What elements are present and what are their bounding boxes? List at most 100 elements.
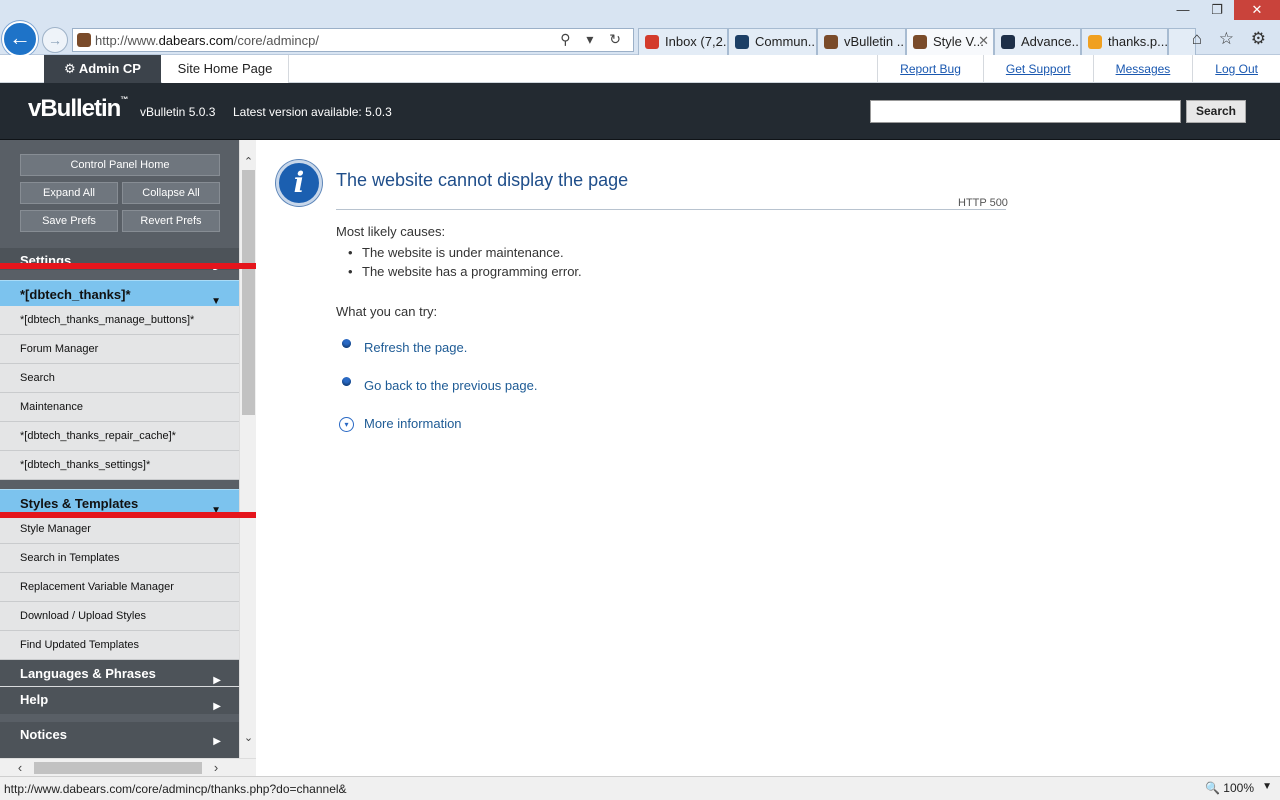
latest-version-text: Latest version available: 5.0.3 [233, 105, 392, 119]
sidebar-vertical-scrollbar[interactable]: ⌃ ⌄ [239, 140, 256, 758]
sidebar-group-notices[interactable]: Notices ▶ [0, 722, 239, 749]
control-panel-home-button[interactable]: Control Panel Home [20, 154, 220, 176]
sidebar-group-dbtech-thanks[interactable]: *[dbtech_thanks]* ▼ [0, 280, 239, 307]
group-label: *[dbtech_thanks]* [20, 287, 131, 302]
bullet-icon [342, 377, 351, 386]
tab-site-home[interactable]: Site Home Page [162, 55, 289, 83]
group-separator [0, 270, 239, 280]
close-tab-icon[interactable]: ✕ [978, 33, 989, 49]
sidebar-item-maintenance[interactable]: Maintenance [0, 393, 239, 422]
collapse-all-button[interactable]: Collapse All [122, 182, 220, 204]
gear-icon: ⚙ [64, 61, 76, 76]
zoom-dropdown-icon[interactable]: ▼ [1262, 781, 1272, 792]
browser-tab-thanks[interactable]: thanks.p... [1081, 28, 1168, 55]
scrollbar-thumb[interactable] [34, 762, 202, 774]
refresh-page-link[interactable]: Refresh the page. [364, 340, 467, 355]
title-divider [336, 209, 1006, 210]
back-arrow-icon: ← [9, 25, 31, 50]
address-tools-icons[interactable]: ⚲ ▾ ↻ [560, 31, 627, 48]
tab-admin-cp[interactable]: ⚙ Admin CP [44, 55, 161, 83]
info-icon: i [276, 160, 322, 206]
tab-label: Style V... [933, 34, 984, 49]
tab-admin-cp-label: Admin CP [78, 61, 141, 76]
browser-tab-vbulletin[interactable]: vBulletin ... [817, 28, 906, 55]
sidebar-item-forum-manager[interactable]: Forum Manager [0, 335, 239, 364]
scroll-left-icon[interactable]: ‹ [12, 759, 28, 777]
logo-trademark: ™ [120, 95, 128, 104]
more-information-link[interactable]: More information [364, 416, 462, 431]
browser-tab-style-active[interactable]: Style V... ✕ [906, 28, 994, 55]
vbulletin-icon [735, 35, 749, 49]
minimize-icon[interactable]: — [1168, 0, 1198, 20]
tab-label: Commun... [755, 34, 817, 49]
scroll-down-icon[interactable]: ⌄ [240, 730, 257, 746]
restore-icon[interactable]: ❐ [1202, 0, 1232, 20]
http-code: HTTP 500 [958, 197, 1008, 209]
url-path: /core/admincp/ [233, 33, 319, 48]
tab-label: vBulletin ... [844, 34, 906, 49]
dbtech-icon [1001, 35, 1015, 49]
sidebar-item-find-updated-templates[interactable]: Find Updated Templates [0, 631, 239, 660]
sidebar-item-manage-buttons[interactable]: *[dbtech_thanks_manage_buttons]* [0, 306, 239, 335]
sidebar-item-search-templates[interactable]: Search in Templates [0, 544, 239, 573]
log-out-link[interactable]: Log Out [1192, 55, 1280, 83]
browser-tab-advance[interactable]: Advance... [994, 28, 1081, 55]
expand-all-button[interactable]: Expand All [20, 182, 118, 204]
home-favorites-settings-icons[interactable]: ⌂ ☆ ⚙ [1192, 29, 1272, 49]
sidebar-item-thanks-settings[interactable]: *[dbtech_thanks_settings]* [0, 451, 239, 480]
address-bar[interactable]: http://www.dabears.com/core/admincp/ ⚲ ▾… [72, 28, 634, 52]
group-separator [0, 480, 239, 489]
scroll-up-icon[interactable]: ⌃ [240, 154, 257, 170]
admin-topbar: ⚙ Admin CP Site Home Page Report Bug Get… [0, 55, 1280, 83]
status-url: http://www.dabears.com/core/admincp/than… [4, 782, 347, 796]
cause-item: The website is under maintenance. [348, 245, 564, 260]
sidebar-item-style-manager[interactable]: Style Manager [0, 515, 239, 544]
bear-icon [824, 35, 838, 49]
messages-link[interactable]: Messages [1092, 55, 1193, 83]
status-bar: http://www.dabears.com/core/admincp/than… [0, 776, 1280, 800]
sidebar-item-download-upload-styles[interactable]: Download / Upload Styles [0, 602, 239, 631]
logo-text: vBulletin [28, 95, 121, 122]
sidebar-item-replacement-variables[interactable]: Replacement Variable Manager [0, 573, 239, 602]
close-window-icon[interactable]: ✕ [1234, 0, 1280, 20]
back-button[interactable]: ← [2, 21, 38, 57]
revert-prefs-button[interactable]: Revert Prefs [122, 210, 220, 232]
error-title: The website cannot display the page [336, 170, 629, 190]
save-prefs-button[interactable]: Save Prefs [20, 210, 118, 232]
sidebar-group-help[interactable]: Help ▶ [0, 687, 239, 714]
admin-header: vBulletin™ vBulletin 5.0.3 Latest versio… [0, 83, 1280, 140]
group-label: Styles & Templates [20, 496, 139, 511]
vbulletin-logo: vBulletin™ [28, 95, 128, 123]
sidebar-button-panel: Control Panel Home Expand All Collapse A… [0, 140, 239, 248]
tab-label: thanks.p... [1108, 34, 1168, 49]
sidebar-horizontal-scrollbar[interactable]: ‹ › [0, 758, 256, 776]
search-button[interactable]: Search [1186, 100, 1246, 123]
go-back-link[interactable]: Go back to the previous page. [364, 378, 537, 393]
zoom-level[interactable]: 🔍 100% [1205, 781, 1254, 795]
expand-circle-icon[interactable]: ▾ [339, 417, 354, 432]
sidebar-nav: Control Panel Home Expand All Collapse A… [0, 140, 239, 758]
sidebar-group-styles-templates[interactable]: Styles & Templates ▼ [0, 489, 239, 516]
sidebar-group-languages[interactable]: Languages & Phrases ▶ [0, 660, 239, 686]
forward-button[interactable]: → [42, 27, 68, 53]
search-input[interactable] [870, 100, 1181, 123]
bear-icon [913, 35, 927, 49]
browser-tab-community[interactable]: Commun... [728, 28, 817, 55]
address-url[interactable]: http://www.dabears.com/core/admincp/ [95, 33, 319, 48]
browser-chrome: ← → http://www.dabears.com/core/admincp/… [0, 0, 1280, 57]
top-links: Report Bug Get Support Messages Log Out [877, 55, 1280, 83]
tab-label: Advance... [1021, 34, 1081, 49]
scrollbar-thumb[interactable] [242, 170, 255, 415]
report-bug-link[interactable]: Report Bug [877, 55, 983, 83]
bullet-icon [342, 339, 351, 348]
sidebar-item-repair-cache[interactable]: *[dbtech_thanks_repair_cache]* [0, 422, 239, 451]
get-support-link[interactable]: Get Support [982, 55, 1093, 83]
cause-item: The website has a programming error. [348, 264, 582, 279]
scroll-right-icon[interactable]: › [208, 759, 224, 777]
sidebar-item-search[interactable]: Search [0, 364, 239, 393]
error-content: i The website cannot display the page HT… [256, 140, 1280, 776]
browser-tab-inbox[interactable]: Inbox (7,2... [638, 28, 728, 55]
group-label: Languages & Phrases [20, 666, 156, 681]
tab-label: Inbox (7,2... [665, 34, 728, 49]
sidebar-group-settings[interactable]: Settings ▶ [0, 248, 239, 273]
